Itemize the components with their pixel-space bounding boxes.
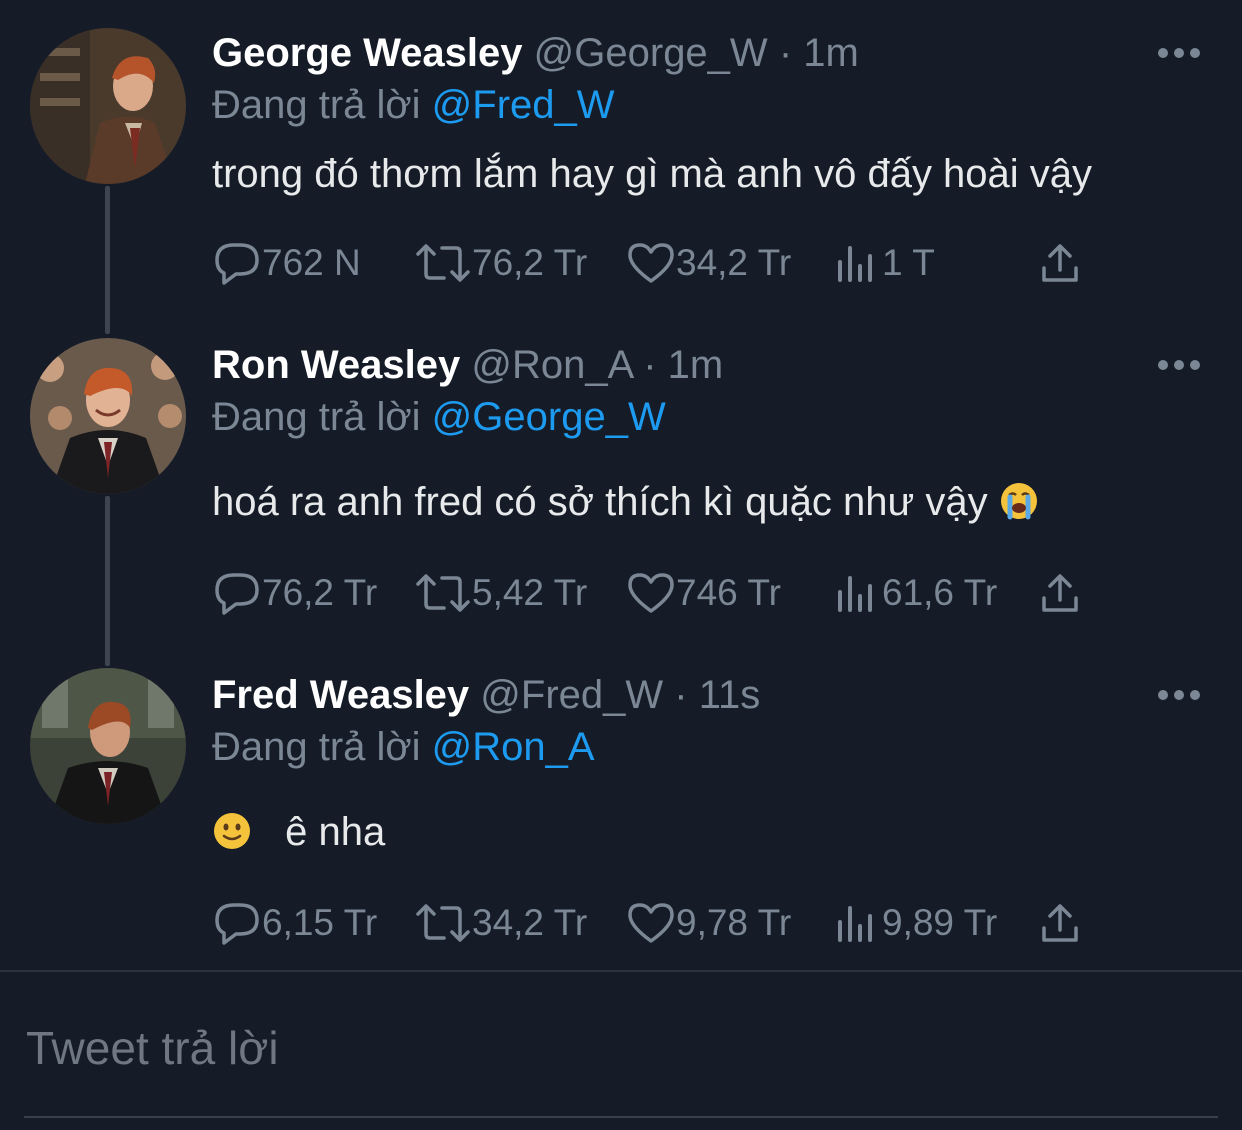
divider xyxy=(0,970,1242,972)
more-options-icon[interactable] xyxy=(1158,46,1200,60)
retweet-icon xyxy=(416,574,470,612)
user-handle[interactable]: @Ron_A xyxy=(471,343,632,387)
like-count: 746 Tr xyxy=(676,572,781,613)
reply-count: 6,15 Tr xyxy=(262,902,378,943)
tweet: Ron Weasley @Ron_A · 1m Đang trả lời @Ge… xyxy=(0,340,1242,640)
reply-icon xyxy=(215,243,259,285)
tweet-actions: 762 N 76,2 Tr 34,2 Tr 1 T xyxy=(212,238,1112,288)
tweet: George Weasley @George_W · 1m Đang trả l… xyxy=(0,28,1242,298)
more-options-icon[interactable] xyxy=(1158,688,1200,702)
views-bar-chart-icon xyxy=(838,576,872,612)
share-button[interactable] xyxy=(1038,898,1082,948)
like-count: 9,78 Tr xyxy=(676,902,792,943)
replying-to: Đang trả lời @Fred_W xyxy=(212,80,615,130)
reply-compose-input[interactable]: Tweet trả lời xyxy=(26,1018,279,1078)
reply-button[interactable]: 76,2 Tr xyxy=(212,568,377,618)
mention-link[interactable]: @Fred_W xyxy=(432,83,615,127)
timestamp[interactable]: 1m xyxy=(668,343,724,387)
timestamp[interactable]: 11s xyxy=(699,673,761,717)
retweet-button[interactable]: 76,2 Tr xyxy=(414,238,587,288)
separator-dot: · xyxy=(643,343,657,387)
tweet: Fred Weasley @Fred_W · 11s Đang trả lời … xyxy=(0,670,1242,960)
tweet-header: George Weasley @George_W · 1m xyxy=(212,28,859,78)
view-count: 9,89 Tr xyxy=(882,902,998,943)
reply-icon xyxy=(215,903,259,945)
tweet-text-content: hoá ra anh fred có sở thích kì quặc như … xyxy=(212,480,988,524)
replying-to-label: Đang trả lời xyxy=(212,83,421,127)
heart-icon xyxy=(628,243,674,283)
share-icon xyxy=(1042,904,1078,942)
views-bar-chart-icon xyxy=(838,906,872,942)
slightly-smiling-face-icon xyxy=(212,811,252,851)
replying-to: Đang trả lời @Ron_A xyxy=(212,722,595,772)
tweet-actions: 6,15 Tr 34,2 Tr 9,78 Tr 9,89 Tr xyxy=(212,898,1112,948)
tweet-text: trong đó thơm lắm hay gì mà anh vô đấy h… xyxy=(212,148,1092,200)
retweet-count: 5,42 Tr xyxy=(472,572,588,613)
more-options-icon[interactable] xyxy=(1158,358,1200,372)
tweet-actions: 76,2 Tr 5,42 Tr 746 Tr 61,6 Tr xyxy=(212,568,1112,618)
like-button[interactable]: 9,78 Tr xyxy=(626,898,791,948)
view-count: 1 T xyxy=(882,242,935,283)
reply-icon xyxy=(215,573,259,615)
tweet-header: Ron Weasley @Ron_A · 1m xyxy=(212,340,723,390)
tweet-header: Fred Weasley @Fred_W · 11s xyxy=(212,670,760,720)
views-bar-chart-icon xyxy=(838,246,872,282)
replying-to-label: Đang trả lời xyxy=(212,725,421,769)
tweet-text-content: ê nha xyxy=(285,810,386,854)
display-name[interactable]: Ron Weasley xyxy=(212,343,460,387)
replying-to: Đang trả lời @George_W xyxy=(212,392,666,442)
retweet-icon xyxy=(416,244,470,282)
views-button[interactable]: 61,6 Tr xyxy=(832,568,997,618)
mention-link[interactable]: @Ron_A xyxy=(432,725,595,769)
separator-dot: · xyxy=(778,31,793,75)
user-handle[interactable]: @Fred_W xyxy=(480,673,663,717)
reply-button[interactable]: 762 N xyxy=(212,238,361,288)
reply-button[interactable]: 6,15 Tr xyxy=(212,898,377,948)
reply-compose-placeholder: Tweet trả lời xyxy=(26,1022,279,1074)
view-count: 61,6 Tr xyxy=(882,572,998,613)
views-button[interactable]: 1 T xyxy=(832,238,935,288)
tweet-text: ê nha xyxy=(212,806,385,858)
display-name[interactable]: Fred Weasley xyxy=(212,673,469,717)
views-button[interactable]: 9,89 Tr xyxy=(832,898,997,948)
retweet-icon xyxy=(416,904,470,942)
replying-to-label: Đang trả lời xyxy=(212,395,421,439)
heart-icon xyxy=(628,903,674,943)
separator-dot: · xyxy=(674,673,688,717)
like-button[interactable]: 746 Tr xyxy=(626,568,781,618)
display-name[interactable]: George Weasley xyxy=(212,31,523,75)
share-button[interactable] xyxy=(1038,238,1082,288)
share-button[interactable] xyxy=(1038,568,1082,618)
tweet-text: hoá ra anh fred có sở thích kì quặc như … xyxy=(212,476,1039,528)
retweet-button[interactable]: 5,42 Tr xyxy=(414,568,587,618)
loudly-crying-face-icon xyxy=(999,481,1039,521)
heart-icon xyxy=(628,573,674,613)
share-icon xyxy=(1042,244,1078,282)
reply-count: 762 N xyxy=(262,242,361,283)
retweet-count: 76,2 Tr xyxy=(472,242,588,283)
timestamp[interactable]: 1m xyxy=(803,31,859,75)
like-count: 34,2 Tr xyxy=(676,242,792,283)
share-icon xyxy=(1042,574,1078,612)
mention-link[interactable]: @George_W xyxy=(432,395,666,439)
retweet-button[interactable]: 34,2 Tr xyxy=(414,898,587,948)
reply-count: 76,2 Tr xyxy=(262,572,378,613)
user-handle[interactable]: @George_W xyxy=(534,31,768,75)
retweet-count: 34,2 Tr xyxy=(472,902,588,943)
tweet-thread: George Weasley @George_W · 1m Đang trả l… xyxy=(0,0,1242,1130)
compose-underline xyxy=(24,1116,1218,1118)
like-button[interactable]: 34,2 Tr xyxy=(626,238,791,288)
tweet-text-content: trong đó thơm lắm hay gì mà anh vô đấy h… xyxy=(212,152,1093,196)
